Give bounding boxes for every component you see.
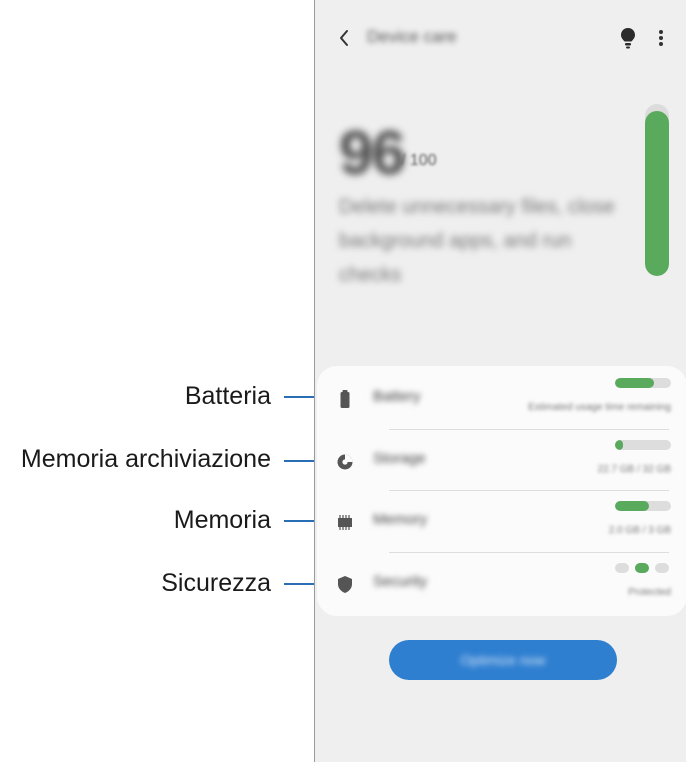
status-dot — [655, 563, 669, 573]
battery-row[interactable]: Battery Estimated usage time remaining — [317, 368, 686, 428]
score-gauge — [645, 104, 669, 276]
shield-icon — [335, 574, 355, 594]
optimize-now-label: Optimize now — [460, 652, 546, 668]
status-dot-active — [635, 563, 649, 573]
battery-icon — [335, 389, 355, 409]
battery-bar-fill — [615, 378, 655, 388]
storage-label: Storage — [373, 450, 426, 467]
battery-label: Battery — [373, 388, 421, 405]
memory-chip-icon — [335, 512, 355, 532]
callout-storage-label: Memoria archiviazione — [20, 445, 271, 473]
status-card: Battery Estimated usage time remaining S… — [317, 366, 686, 616]
battery-detail: Estimated usage time remaining — [528, 402, 671, 413]
security-row[interactable]: Security Protected — [317, 553, 686, 613]
score-value: 96 — [339, 119, 406, 188]
memory-detail: 2.0 GB / 3 GB — [608, 525, 671, 536]
score-max: / 100 — [401, 152, 437, 169]
security-detail: Protected — [628, 587, 671, 598]
security-label: Security — [373, 573, 428, 590]
status-dot — [615, 563, 629, 573]
optimize-now-button[interactable]: Optimize now — [389, 640, 617, 680]
page-title: Device care — [367, 27, 457, 46]
back-icon[interactable] — [335, 26, 355, 50]
storage-row[interactable]: Storage 22.7 GB / 32 GB — [317, 430, 686, 490]
storage-bar — [615, 440, 671, 450]
memory-row[interactable]: Memory 2.0 GB / 3 GB — [317, 491, 686, 551]
memory-bar-fill — [615, 501, 649, 511]
score-description: Delete unnecessary files, close backgrou… — [339, 196, 615, 286]
callout-memory-label: Memoria — [173, 506, 271, 534]
memory-bar — [615, 501, 671, 511]
storage-bar-fill — [615, 440, 624, 450]
memory-label: Memory — [373, 511, 428, 528]
callout-security-label: Sicurezza — [161, 569, 271, 597]
score-gauge-fill — [645, 110, 669, 276]
lightbulb-icon[interactable] — [617, 25, 639, 51]
more-options-icon[interactable] — [651, 25, 671, 51]
storage-pie-icon — [335, 451, 355, 471]
storage-detail: 22.7 GB / 32 GB — [597, 464, 671, 475]
battery-bar — [615, 378, 671, 388]
app-bar: Device care — [315, 0, 686, 76]
phone-screen: Device care 96 / 100 Delete unnecessary … — [314, 0, 686, 762]
security-status-dots — [615, 562, 671, 574]
callout-battery-label: Batteria — [184, 382, 271, 410]
